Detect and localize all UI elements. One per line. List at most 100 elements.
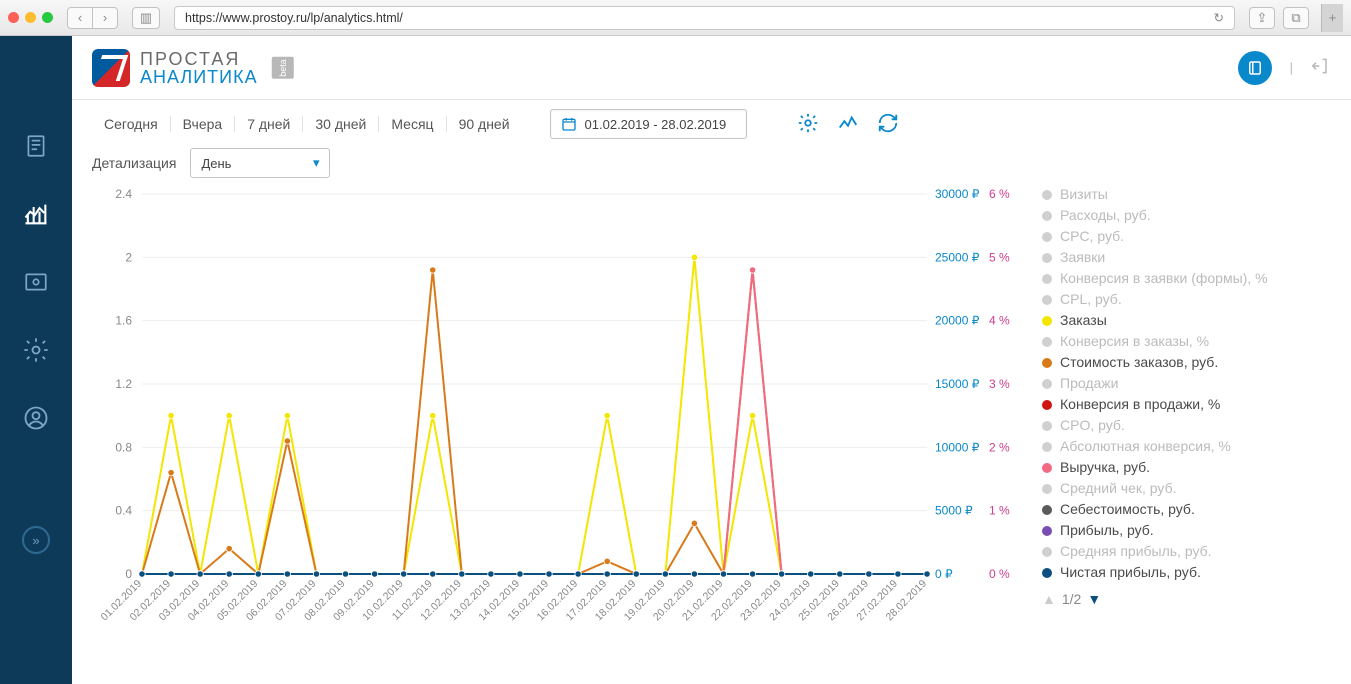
new-tab-button[interactable]: + <box>1321 4 1343 32</box>
legend-swatch-icon <box>1042 316 1052 326</box>
legend-label: CPO, руб. <box>1060 415 1125 436</box>
date-range-text: 01.02.2019 - 28.02.2019 <box>585 117 727 132</box>
legend-swatch-icon <box>1042 232 1052 242</box>
close-window-icon[interactable] <box>8 12 19 23</box>
sidebar-toggle-icon[interactable]: ▥ <box>132 7 160 29</box>
legend-item-15[interactable]: Себестоимость, руб. <box>1042 499 1331 520</box>
date-range-picker[interactable]: 01.02.2019 - 28.02.2019 <box>550 109 748 139</box>
legend-swatch-icon <box>1042 568 1052 578</box>
legend-item-18[interactable]: Чистая прибыль, руб. <box>1042 562 1331 583</box>
sidebar-item-analytics[interactable] <box>16 194 56 234</box>
legend-label: Конверсия в заказы, % <box>1060 331 1209 352</box>
svg-text:0 ₽: 0 ₽ <box>935 567 953 581</box>
legend-swatch-icon <box>1042 526 1052 536</box>
legend-swatch-icon <box>1042 337 1052 347</box>
url-text: https://www.prostoy.ru/lp/analytics.html… <box>185 11 403 25</box>
chart-type-icon[interactable] <box>837 112 859 137</box>
legend-item-9[interactable]: Продажи <box>1042 373 1331 394</box>
legend-item-4[interactable]: Конверсия в заявки (формы), % <box>1042 268 1331 289</box>
app-logo: ПРОСТАЯ АНАЛИТИКА beta <box>92 49 293 87</box>
legend-pager: ▲ 1/2 ▼ <box>1042 589 1331 610</box>
settings-icon[interactable] <box>797 112 819 137</box>
sidebar-item-settings[interactable] <box>16 330 56 370</box>
sidebar-item-config[interactable] <box>16 262 56 302</box>
logout-icon[interactable] <box>1311 56 1331 79</box>
tabs-icon[interactable]: ⧉ <box>1283 7 1309 29</box>
legend-item-0[interactable]: Визиты <box>1042 184 1331 205</box>
svg-text:20000 ₽: 20000 ₽ <box>935 314 980 328</box>
svg-text:30000 ₽: 30000 ₽ <box>935 187 980 201</box>
legend-item-3[interactable]: Заявки <box>1042 247 1331 268</box>
legend-label: CPL, руб. <box>1060 289 1122 310</box>
period-tab-0[interactable]: Сегодня <box>92 116 171 132</box>
legend-item-13[interactable]: Выручка, руб. <box>1042 457 1331 478</box>
svg-text:0 %: 0 % <box>989 567 1010 581</box>
forward-button[interactable]: › <box>92 7 118 29</box>
period-tab-4[interactable]: Месяц <box>379 116 446 132</box>
legend-swatch-icon <box>1042 421 1052 431</box>
pager-prev-icon[interactable]: ▲ <box>1042 589 1056 610</box>
svg-text:2: 2 <box>125 250 132 264</box>
period-tab-3[interactable]: 30 дней <box>303 116 379 132</box>
address-bar[interactable]: https://www.prostoy.ru/lp/analytics.html… <box>174 6 1235 30</box>
period-tab-2[interactable]: 7 дней <box>235 116 303 132</box>
svg-text:15000 ₽: 15000 ₽ <box>935 377 980 391</box>
svg-text:2.4: 2.4 <box>115 187 132 201</box>
reload-icon[interactable]: ↻ <box>1214 10 1224 25</box>
legend-swatch-icon <box>1042 295 1052 305</box>
pager-text: 1/2 <box>1062 589 1081 610</box>
svg-text:25000 ₽: 25000 ₽ <box>935 250 980 264</box>
legend-label: Прибыль, руб. <box>1060 520 1154 541</box>
pager-next-icon[interactable]: ▼ <box>1087 589 1101 610</box>
legend-item-11[interactable]: CPO, руб. <box>1042 415 1331 436</box>
svg-text:1.2: 1.2 <box>115 377 132 391</box>
share-icon[interactable]: ⇪ <box>1249 7 1275 29</box>
legend-item-6[interactable]: Заказы <box>1042 310 1331 331</box>
svg-text:1 %: 1 % <box>989 504 1010 518</box>
detail-label: Детализация <box>92 155 176 171</box>
legend-item-10[interactable]: Конверсия в продажи, % <box>1042 394 1331 415</box>
legend-item-16[interactable]: Прибыль, руб. <box>1042 520 1331 541</box>
legend-label: Стоимость заказов, руб. <box>1060 352 1218 373</box>
period-tab-5[interactable]: 90 дней <box>447 116 522 132</box>
analytics-chart[interactable]: 00.40.81.21.622.40 ₽5000 ₽10000 ₽15000 ₽… <box>92 184 1032 644</box>
legend-label: Заказы <box>1060 310 1107 331</box>
refresh-icon[interactable] <box>877 112 899 137</box>
sidebar-collapse-button[interactable]: » <box>22 526 50 554</box>
logo-text-line2: АНАЛИТИКА <box>140 68 258 86</box>
legend-item-17[interactable]: Средняя прибыль, руб. <box>1042 541 1331 562</box>
legend-label: Конверсия в продажи, % <box>1060 394 1220 415</box>
legend-item-5[interactable]: CPL, руб. <box>1042 289 1331 310</box>
legend-label: Чистая прибыль, руб. <box>1060 562 1201 583</box>
period-toolbar: СегодняВчера7 дней30 днейМесяц90 дней 01… <box>72 100 1351 148</box>
legend-swatch-icon <box>1042 253 1052 263</box>
legend-swatch-icon <box>1042 211 1052 221</box>
sidebar-item-account[interactable] <box>16 398 56 438</box>
legend-swatch-icon <box>1042 400 1052 410</box>
legend-item-7[interactable]: Конверсия в заказы, % <box>1042 331 1331 352</box>
back-button[interactable]: ‹ <box>67 7 93 29</box>
legend-item-12[interactable]: Абсолютная конверсия, % <box>1042 436 1331 457</box>
legend-swatch-icon <box>1042 505 1052 515</box>
svg-text:1.6: 1.6 <box>115 314 132 328</box>
period-tab-1[interactable]: Вчера <box>171 116 236 132</box>
legend-item-8[interactable]: Стоимость заказов, руб. <box>1042 352 1331 373</box>
minimize-window-icon[interactable] <box>25 12 36 23</box>
beta-badge: beta <box>271 57 293 79</box>
legend-label: CPC, руб. <box>1060 226 1124 247</box>
svg-text:0.4: 0.4 <box>115 504 132 518</box>
legend-item-1[interactable]: Расходы, руб. <box>1042 205 1331 226</box>
sidebar-item-reports[interactable] <box>16 126 56 166</box>
help-button[interactable] <box>1238 51 1272 85</box>
legend-item-2[interactable]: CPC, руб. <box>1042 226 1331 247</box>
svg-text:2 %: 2 % <box>989 440 1010 454</box>
legend-label: Средняя прибыль, руб. <box>1060 541 1212 562</box>
legend-label: Абсолютная конверсия, % <box>1060 436 1231 457</box>
legend-swatch-icon <box>1042 358 1052 368</box>
legend-swatch-icon <box>1042 379 1052 389</box>
browser-chrome: ‹ › ▥ https://www.prostoy.ru/lp/analytic… <box>0 0 1351 36</box>
maximize-window-icon[interactable] <box>42 12 53 23</box>
svg-text:0: 0 <box>125 567 132 581</box>
detail-select[interactable]: День ▾ <box>190 148 330 178</box>
legend-item-14[interactable]: Средний чек, руб. <box>1042 478 1331 499</box>
